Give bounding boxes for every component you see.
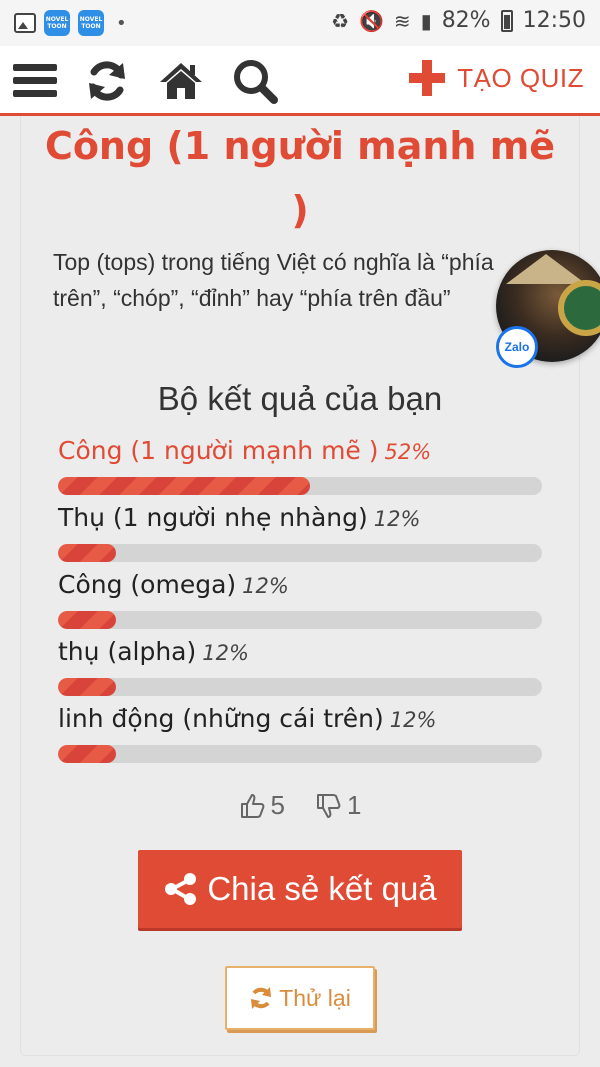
progress-fill	[58, 544, 117, 562]
result-item-label: linh động (những cái trên) 12%	[58, 704, 542, 733]
search-icon[interactable]	[232, 58, 278, 104]
retry-button[interactable]: Thử lại	[225, 966, 375, 1030]
battery-saver-icon: ♻	[331, 8, 349, 33]
result-item-label: Thụ (1 người nhẹ nhàng) 12%	[58, 503, 542, 532]
share-result-button[interactable]: Chia sẻ kết quả	[138, 850, 462, 928]
result-description: Top (tops) trong tiếng Việt có nghĩa là …	[53, 249, 494, 311]
result-item-name: Công (1 người mạnh mẽ )	[58, 436, 379, 465]
result-set-heading: Bộ kết quả của bạn	[157, 380, 443, 417]
result-item-name: thụ (alpha)	[58, 637, 197, 666]
result-item-name: Công (omega)	[58, 570, 237, 599]
progress-bar	[58, 477, 542, 495]
progress-bar	[58, 611, 542, 629]
novel-toon-notification-icon: NOVEL TOON	[78, 10, 104, 36]
like-button[interactable]: 5	[239, 790, 285, 821]
thumbs-down-icon	[317, 793, 341, 818]
result-title: Công (1 người mạnh mẽ )	[44, 124, 556, 232]
progress-bar	[58, 678, 542, 696]
result-item-percent: 12%	[389, 708, 437, 732]
create-quiz-button[interactable]: TẠO QUIZ	[409, 60, 584, 96]
status-right: ♻ 🔇 ≋ ▮ 82% 12:50	[331, 8, 586, 33]
thumbs-up-icon	[240, 793, 264, 818]
zalo-icon[interactable]: Zalo	[496, 326, 538, 368]
result-item: Thụ (1 người nhẹ nhàng) 12%	[58, 503, 542, 562]
signal-icon: ▮	[420, 8, 432, 33]
refresh-icon	[251, 987, 272, 1009]
progress-fill	[58, 745, 117, 763]
result-item: Công (1 người mạnh mẽ ) 52%	[58, 436, 542, 495]
clock: 12:50	[522, 8, 586, 33]
plus-icon	[409, 60, 446, 96]
progress-bar	[58, 745, 542, 763]
like-count: 5	[270, 790, 285, 820]
result-item-percent: 12%	[242, 574, 289, 598]
progress-fill	[58, 611, 117, 629]
mute-icon: 🔇	[359, 8, 384, 33]
battery-icon	[500, 9, 513, 32]
result-item-label: Công (omega) 12%	[58, 570, 542, 599]
refresh-icon[interactable]	[84, 58, 130, 104]
result-item: linh động (những cái trên) 12%	[58, 704, 542, 763]
retry-label: Thử lại	[279, 984, 351, 1011]
more-notifications-dot-icon: •	[116, 12, 127, 34]
gallery-notification-icon	[14, 13, 36, 33]
result-item-label: Công (1 người mạnh mẽ ) 52%	[58, 436, 542, 465]
status-left: NOVEL TOON NOVEL TOON •	[14, 10, 127, 36]
vote-bar: 5 1	[0, 790, 600, 821]
progress-bar	[58, 544, 542, 562]
result-item: thụ (alpha) 12%	[58, 637, 542, 696]
status-bar: NOVEL TOON NOVEL TOON • ♻ 🔇 ≋ ▮ 82% 12:5…	[0, 0, 600, 46]
result-item: Công (omega) 12%	[58, 570, 542, 629]
share-result-label: Chia sẻ kết quả	[207, 870, 437, 907]
wifi-icon: ≋	[393, 8, 411, 33]
dislike-count: 1	[347, 790, 362, 820]
menu-icon[interactable]	[12, 58, 58, 104]
result-item-percent: 12%	[202, 641, 249, 665]
result-item-name: linh động (những cái trên)	[58, 704, 384, 733]
share-icon	[165, 873, 197, 905]
home-icon[interactable]	[158, 58, 204, 104]
result-item-label: thụ (alpha) 12%	[58, 637, 542, 666]
result-item-percent: 52%	[384, 440, 432, 464]
dislike-button[interactable]: 1	[315, 790, 361, 821]
result-item-percent: 12%	[373, 507, 421, 531]
floating-chat-widget[interactable]: Zalo	[496, 250, 600, 368]
progress-fill	[58, 678, 117, 696]
battery-percent: 82%	[441, 8, 491, 33]
create-quiz-label: TẠO QUIZ	[457, 62, 584, 93]
novel-toon-notification-icon: NOVEL TOON	[44, 10, 70, 36]
result-item-name: Thụ (1 người nhẹ nhàng)	[58, 503, 368, 532]
progress-fill	[58, 477, 310, 495]
app-header: TẠO QUIZ	[0, 46, 600, 116]
